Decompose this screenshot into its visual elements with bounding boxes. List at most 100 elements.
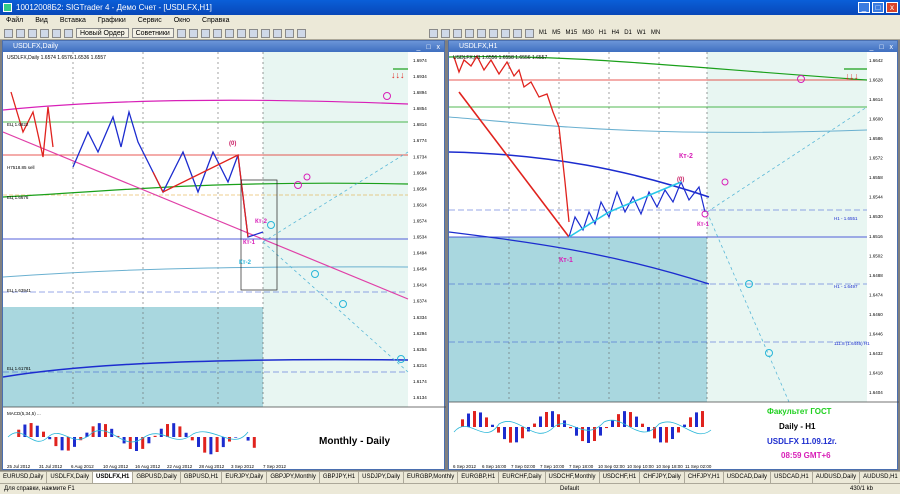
menu-insert[interactable]: Вставка — [54, 15, 92, 27]
profiles-icon[interactable] — [16, 28, 25, 38]
chart-tab[interactable]: CHFJPY,H1 — [685, 472, 724, 483]
trendline-icon[interactable] — [476, 28, 486, 38]
price-tick: 1.6558 — [869, 175, 883, 180]
chart-tab[interactable]: AUDUSD,H1 — [860, 472, 900, 483]
tile-icon[interactable] — [236, 28, 246, 38]
price-tick: 1.6432 — [869, 351, 883, 356]
chart-title: USDLFX,H1 — [459, 43, 498, 50]
chart-tab[interactable]: EURUSD,Daily — [0, 472, 48, 483]
histogram-bar — [147, 437, 151, 444]
price-tick: 1.6534 — [413, 235, 427, 240]
periods-icon[interactable] — [284, 28, 294, 38]
crosshair-icon[interactable] — [440, 28, 450, 38]
date-tick: 6 Aug 2012 — [71, 464, 94, 469]
line-chart-icon[interactable] — [200, 28, 210, 38]
chart-tab[interactable]: USDCAD,H1 — [771, 472, 813, 483]
menu-view[interactable]: Вид — [29, 15, 54, 27]
tf-mn[interactable]: MN — [649, 28, 662, 38]
tf-m15[interactable]: M15 — [564, 28, 580, 38]
tf-h1[interactable]: H1 — [597, 28, 609, 38]
chart-tab[interactable]: USDLFX,H1 — [93, 472, 134, 483]
chart-info: USDLFX,H1 1.6556 1.6558 1.6556 1.6557 — [453, 55, 547, 61]
chart-window-h1[interactable]: USDLFX,H1 _ □ x ↓↓↓ (0) Кт-2 Кт-1 Кт-1 H… — [448, 40, 899, 471]
zoom-out-icon[interactable] — [224, 28, 234, 38]
chart-tab[interactable]: GBPUSD,H1 — [181, 472, 223, 483]
text-icon[interactable] — [512, 28, 522, 38]
menu-window[interactable]: Окно — [168, 15, 196, 27]
chart-tab[interactable]: EURGBP,Monthly — [404, 472, 459, 483]
price-tick: 1.6134 — [413, 395, 427, 400]
tf-m5[interactable]: M5 — [550, 28, 562, 38]
channel-icon[interactable] — [488, 28, 498, 38]
tf-d1[interactable]: D1 — [622, 28, 634, 38]
label-icon[interactable] — [524, 28, 534, 38]
tf-w1[interactable]: W1 — [635, 28, 648, 38]
chart-tab[interactable]: CHFJPY,Daily — [640, 472, 685, 483]
histogram-bar — [665, 427, 668, 443]
histogram-bar — [190, 437, 194, 441]
menu-file[interactable]: Файл — [0, 15, 29, 27]
chart-tab[interactable]: USDJPY,Daily — [359, 472, 405, 483]
new-order-button[interactable]: Новый Ордер — [76, 28, 129, 38]
data-window-icon[interactable] — [40, 28, 49, 38]
price-tick: 1.6694 — [413, 170, 427, 175]
chart-tab[interactable]: USDCHF,Monthly — [546, 472, 600, 483]
chart-tab[interactable]: USDLFX,Daily — [47, 472, 94, 483]
histogram-bar — [539, 416, 542, 427]
price-tick: 1.6254 — [413, 347, 427, 352]
chart-tab[interactable]: GBPJPY,H1 — [320, 472, 360, 483]
chart-tab[interactable]: GBPUSD,Daily — [133, 472, 181, 483]
price-tick: 1.6404 — [869, 390, 883, 395]
chart-shift-icon[interactable] — [260, 28, 270, 38]
histogram-bar — [533, 423, 536, 427]
chart-window-daily[interactable]: USDLFX,Daily _ □ x ↓↓↓ (0) Кт-2 Кт-1 Кт-… — [2, 40, 446, 471]
templates-icon[interactable] — [296, 28, 306, 38]
zoom-in-icon[interactable] — [212, 28, 222, 38]
price-tick: 1.6446 — [869, 331, 883, 336]
chart-tab[interactable]: USDCHF,H1 — [600, 472, 641, 483]
price-tick: 1.6460 — [869, 312, 883, 317]
indicators-icon[interactable] — [272, 28, 282, 38]
histogram-bar — [166, 424, 169, 437]
navigator-icon[interactable] — [52, 28, 61, 38]
histogram-bar — [671, 427, 674, 440]
trend-line — [458, 91, 570, 238]
chart-tab[interactable]: EURCHF,Daily — [499, 472, 546, 483]
vline-icon[interactable] — [452, 28, 462, 38]
price-tick: 1.6530 — [869, 214, 883, 219]
ma-blue — [449, 151, 710, 198]
tf-m1[interactable]: M1 — [537, 28, 549, 38]
daily-chart[interactable]: ↓↓↓ (0) Кт-2 Кт-1 Кт-2 USDLFX,Daily 1.65… — [3, 52, 446, 471]
tf-h4[interactable]: H4 — [610, 28, 622, 38]
h1-chart[interactable]: ↓↓↓ (0) Кт-2 Кт-1 Кт-1 H1 - 1.6551 H1 - … — [449, 52, 899, 471]
autoscroll-icon[interactable] — [248, 28, 258, 38]
candles-icon[interactable] — [188, 28, 198, 38]
histogram-bar — [701, 411, 704, 427]
histogram-bar — [515, 427, 518, 443]
chart-tab[interactable]: USDCAD,Daily — [724, 472, 772, 483]
terminal-icon[interactable] — [64, 28, 73, 38]
expert-advisors-button[interactable]: Советники — [131, 28, 174, 38]
menu-help[interactable]: Справка — [196, 15, 235, 27]
menu-tools[interactable]: Сервис — [132, 15, 168, 27]
close-button[interactable]: x — [886, 2, 898, 13]
histogram-bar — [695, 412, 698, 427]
chart-tab[interactable]: EURGBP,H1 — [458, 472, 500, 483]
menu-charts[interactable]: Графики — [92, 15, 132, 27]
status-connection: 430/1 kb — [850, 486, 874, 492]
bar-chart-icon[interactable] — [176, 28, 186, 38]
new-chart-icon[interactable] — [4, 28, 13, 38]
fibo-icon[interactable] — [500, 28, 510, 38]
minimize-button[interactable]: _ — [858, 2, 870, 13]
hline-icon[interactable] — [464, 28, 474, 38]
chart-tab[interactable]: GBPJPY,Monthly — [267, 472, 320, 483]
tf-m30[interactable]: M30 — [580, 28, 596, 38]
market-watch-icon[interactable] — [28, 28, 37, 38]
timeframe-overlay: Monthly - Daily — [319, 436, 391, 447]
chart-tab[interactable]: EURJPY,Daily — [222, 472, 268, 483]
price-tick: 1.6654 — [413, 186, 427, 191]
cursor-icon[interactable] — [428, 28, 438, 38]
maximize-button[interactable]: □ — [872, 2, 884, 13]
histogram-bar — [66, 437, 70, 451]
chart-tab[interactable]: AUDUSD,Daily — [813, 472, 861, 483]
